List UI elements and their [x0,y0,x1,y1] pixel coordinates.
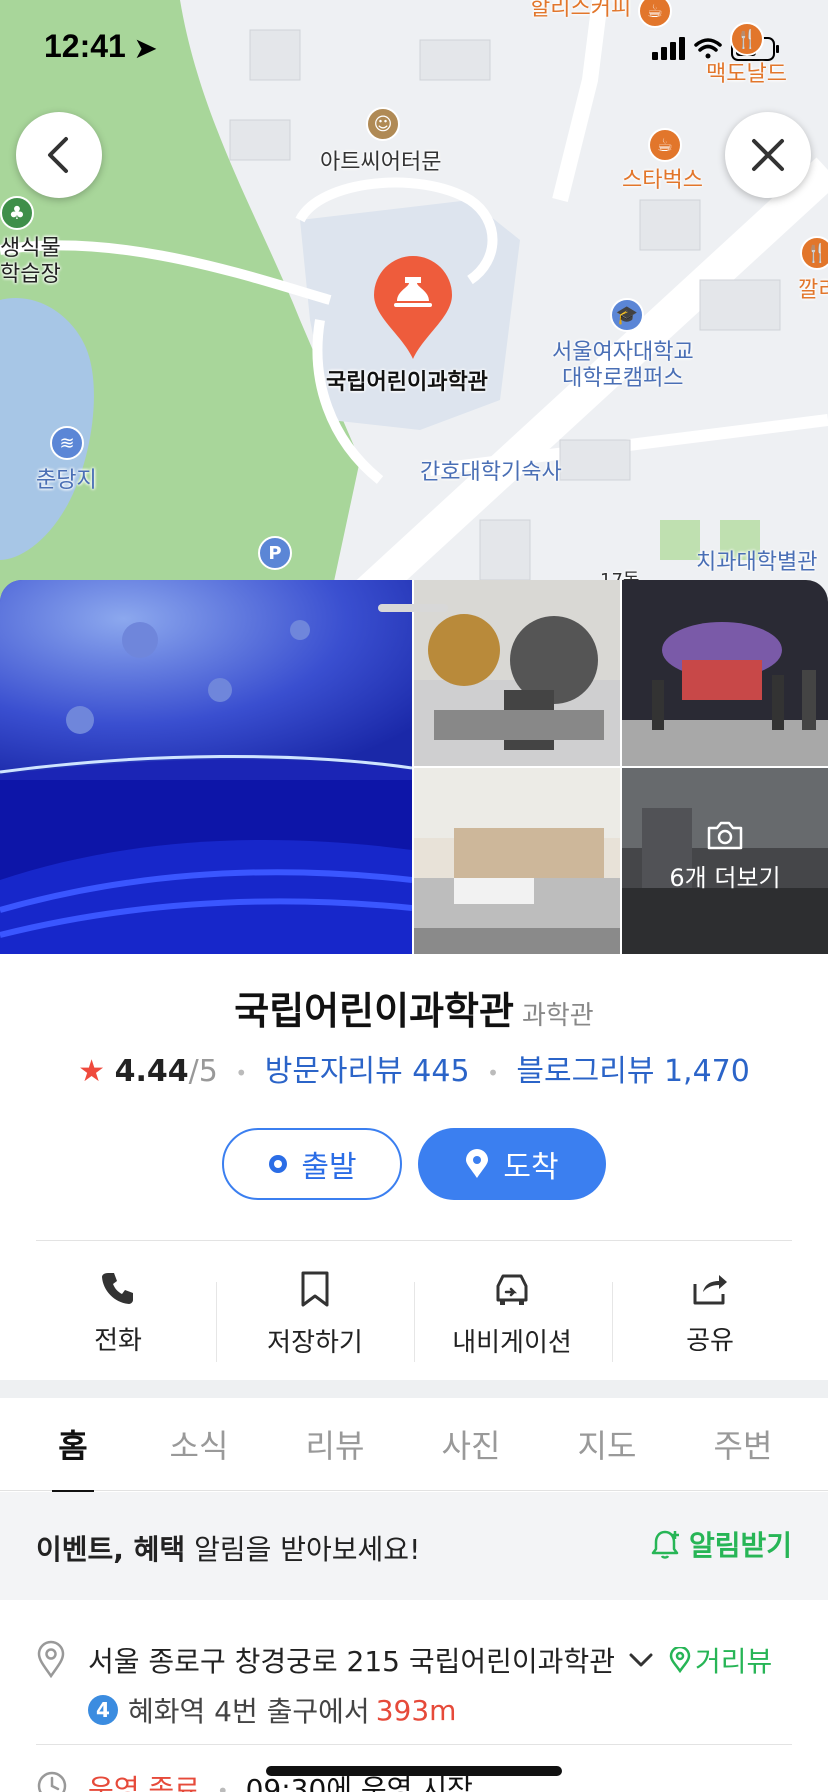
photo-exhibit-hall[interactable] [622,580,828,766]
tab-bar: 홈 소식 리뷰 사진 지도 주변 [0,1398,828,1491]
star-icon: ★ [78,1054,106,1089]
tab-nearby[interactable]: 주변 [700,1398,786,1490]
map-label-univ[interactable]: 서울여자대학교 대학로캠퍼스 [552,340,694,392]
save-label: 저장하기 [267,1328,363,1358]
map-label-museum[interactable]: 국립어린이과학관 [326,370,488,396]
section-separator [0,1380,828,1398]
rating-max: /5 [188,1054,218,1089]
photo-planetarium[interactable] [0,580,412,954]
tree-icon[interactable]: ♣ [0,196,34,230]
hours-status: 운영 종료 [88,1773,200,1792]
tab-photos[interactable]: 사진 [428,1398,514,1490]
place-sheet: 6개 더보기 국립어린이과학관 과학관 ★ 4.44/5 • 방문자리뷰 445 … [0,580,828,1792]
cafe-icon[interactable]: ☕ [648,128,682,162]
arrive-label: 도착 [503,1150,559,1185]
drag-handle[interactable] [378,604,448,612]
divider [36,1744,792,1745]
photo-building[interactable] [414,768,620,954]
bookmark-icon [301,1271,329,1307]
wifi-icon [694,38,722,59]
share-icon [693,1275,727,1305]
call-action[interactable]: 전화 [20,1270,216,1380]
car-icon [496,1274,528,1305]
pin-icon [466,1149,489,1178]
call-label: 전화 [94,1326,142,1356]
address-text: 서울 종로구 창경궁로 215 국립어린이과학관 [88,1645,615,1678]
subscribe-alert-label: 알림받기 [688,1529,792,1562]
map-view[interactable]: 12:41 ➤ ☕ 할리스커피 🍴 맥도날드 ☺ 아트씨어터문 ☕ 스타벅스 ♣… [0,0,828,600]
clock-icon [37,1771,67,1792]
subscribe-alert-button[interactable]: 알림받기 [651,1524,792,1564]
roadview-pin-icon [669,1647,691,1673]
map-label-dental[interactable]: 치과대학별관 [696,550,817,576]
action-row: 전화 저장하기 내비게이션 공유 [0,1270,828,1380]
restaurant-icon[interactable]: 🍴 [730,22,764,56]
roadview-button[interactable]: 거리뷰 [669,1640,772,1680]
map-label-artcenter[interactable]: 아트씨어터문 [320,150,441,176]
notification-banner: 이벤트, 혜택 알림을 받아보세요! 알림받기 [0,1492,828,1600]
map-label-kkal[interactable]: 깔리 [798,278,828,304]
place-category: 과학관 [521,1001,594,1031]
rating-value: 4.44 [114,1054,189,1089]
chevron-down-icon[interactable] [627,1650,655,1670]
origin-dot-icon [269,1155,288,1173]
close-button[interactable] [725,112,811,198]
subway-line-badge: 4 [88,1695,118,1725]
signal-icon [652,37,685,60]
address-line[interactable]: 서울 종로구 창경궁로 215 국립어린이과학관 거리뷰 [88,1640,772,1680]
map-label-ecology[interactable]: 생식물 학습장 [0,236,61,288]
more-photos[interactable]: 6개 더보기 [622,820,828,893]
close-icon [752,139,784,171]
divider [36,1240,792,1241]
camera-icon [707,821,743,850]
water-icon[interactable]: ≋ [50,426,84,460]
map-label-mcdonalds[interactable]: 맥도날드 [706,62,787,88]
photo-gallery: 6개 더보기 [0,580,828,954]
back-button[interactable] [16,112,102,198]
home-indicator[interactable] [266,1766,562,1776]
bell-plus-icon [651,1530,679,1559]
arrive-button[interactable]: 도착 [418,1128,606,1200]
walking-distance: 393m [375,1693,457,1727]
map-label-dorm[interactable]: 간호대학기숙사 [420,460,562,486]
photo-more[interactable]: 6개 더보기 [622,768,828,954]
share-action[interactable]: 공유 [612,1270,808,1380]
title-row: 국립어린이과학관 과학관 [0,980,828,1035]
notification-text: 이벤트, 혜택 알림을 받아보세요! [36,1533,421,1566]
rating-row: ★ 4.44/5 • 방문자리뷰 445 • 블로그리뷰 1,470 [78,1054,750,1089]
restaurant-icon[interactable]: 🍴 [800,236,828,270]
share-label: 공유 [686,1326,734,1356]
navigation-action[interactable]: 내비게이션 [414,1270,610,1380]
school-icon[interactable]: 🎓 [610,298,644,332]
theater-icon[interactable]: ☺ [366,107,400,141]
map-label-hollys[interactable]: 할리스커피 [530,0,631,22]
roadview-label: 거리뷰 [694,1645,773,1678]
location-arrow-icon: ➤ [134,33,157,63]
start-label: 출발 [301,1150,357,1185]
location-pin-icon [37,1640,65,1678]
save-action[interactable]: 저장하기 [217,1270,413,1380]
map-label-pond[interactable]: 춘당지 [36,468,97,494]
navigation-label: 내비게이션 [452,1328,572,1358]
map-label-starbucks[interactable]: 스타벅스 [622,168,703,194]
visitor-reviews-link[interactable]: 방문자리뷰 445 [265,1054,470,1089]
tab-news[interactable]: 소식 [156,1398,242,1490]
tab-map[interactable]: 지도 [564,1398,650,1490]
phone-icon [102,1273,133,1304]
place-pin-icon[interactable] [372,255,454,361]
tab-reviews[interactable]: 리뷰 [292,1398,378,1490]
chevron-left-icon [48,137,68,173]
start-button[interactable]: 출발 [222,1128,402,1200]
parking-icon[interactable]: P [258,536,292,570]
status-time: 12:41 ➤ [44,28,157,64]
subway-info: 4 혜화역 4번 출구에서 393m [88,1690,456,1730]
more-photos-label: 6개 더보기 [669,864,781,892]
place-name: 국립어린이과학관 [234,989,514,1033]
tab-home[interactable]: 홈 [30,1398,116,1490]
subway-text: 혜화역 4번 출구에서 [128,1695,370,1728]
blog-reviews-link[interactable]: 블로그리뷰 1,470 [516,1054,749,1089]
